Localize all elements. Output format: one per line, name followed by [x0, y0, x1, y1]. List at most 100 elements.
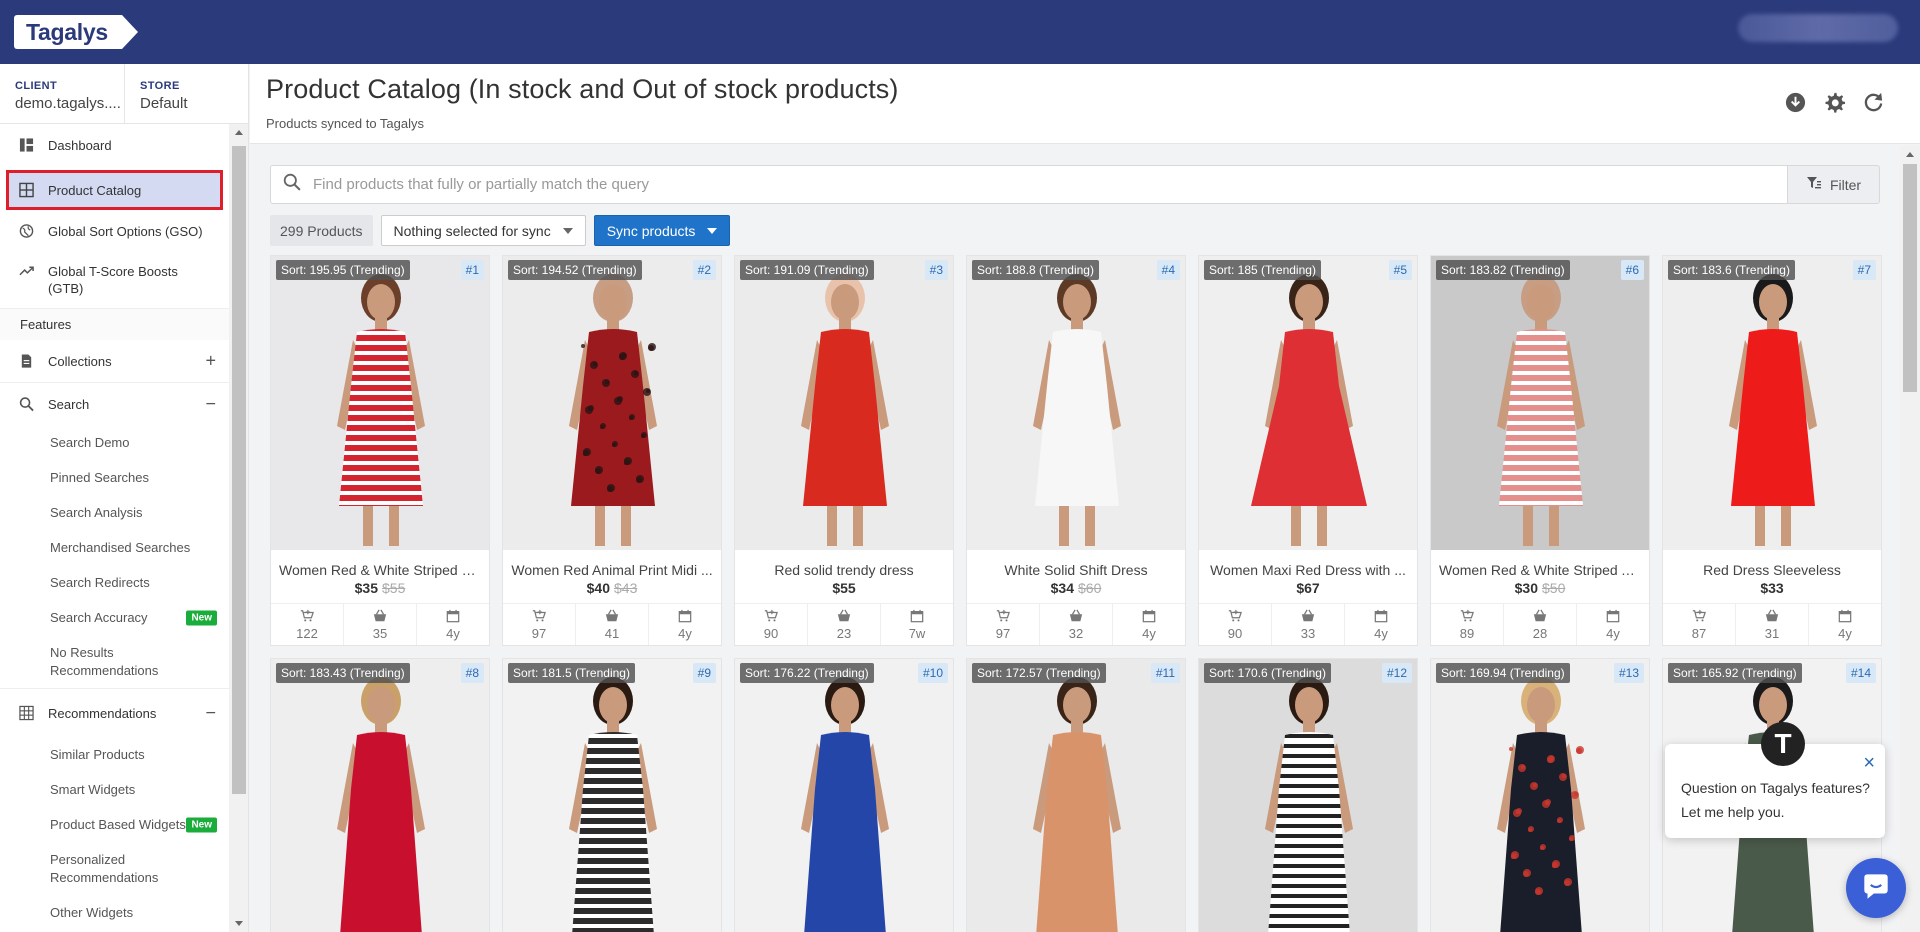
stat-age: 4y — [417, 604, 489, 645]
sidebar-item-dashboard[interactable]: Dashboard — [0, 124, 229, 166]
product-name[interactable]: White Solid Shift Dress — [967, 550, 1185, 578]
product-image[interactable]: Sort: 183.6 (Trending) #7 — [1663, 256, 1881, 550]
product-image[interactable]: Sort: 191.09 (Trending) #3 — [735, 256, 953, 550]
sidebar-subitem-search-demo[interactable]: Search Demo — [0, 425, 229, 460]
product-image[interactable]: Sort: 183.82 (Trending) #6 — [1431, 256, 1649, 550]
product-card[interactable]: Sort: 194.52 (Trending) #2 Women Red Anima… — [502, 255, 722, 646]
stat-buys: 41 — [576, 604, 649, 645]
sidebar-scrollbar[interactable] — [229, 124, 248, 932]
sidebar-subitem-personalized-recommendations[interactable]: Personalized Recommendations — [0, 842, 229, 895]
product-card[interactable]: Sort: 185 (Trending) #5 Women Maxi Red Dre… — [1198, 255, 1418, 646]
stat-buys-value: 31 — [1764, 625, 1780, 641]
product-name[interactable]: Red solid trendy dress — [735, 550, 953, 578]
product-name[interactable]: Women Red Animal Print Midi ... — [503, 550, 721, 578]
client-block[interactable]: CLIENT demo.tagalys.... — [15, 80, 121, 112]
collapse-minus-icon[interactable]: − — [205, 703, 216, 724]
calendar-icon — [1142, 609, 1156, 622]
original-price: $55 — [382, 580, 406, 596]
product-card[interactable]: Sort: 183.82 (Trending) #6 Women Red & Whi… — [1430, 255, 1650, 646]
sidebar-item-product-catalog[interactable]: Product Catalog — [6, 170, 223, 210]
sidebar-item-collections[interactable]: Collections + — [0, 340, 229, 382]
product-image[interactable]: Sort: 185 (Trending) #5 — [1199, 256, 1417, 550]
search-input[interactable] — [313, 176, 1787, 193]
product-image[interactable]: Sort: 194.52 (Trending) #2 — [503, 256, 721, 550]
product-image[interactable]: Sort: 183.43 (Trending) #8 — [271, 659, 489, 932]
sort-score-badge: Sort: 170.6 (Trending) — [1204, 663, 1331, 683]
search-box[interactable] — [270, 165, 1788, 204]
sidebar-subitem-other-widgets[interactable]: Other Widgets — [0, 895, 229, 930]
product-name[interactable]: Women Maxi Red Dress with ... — [1199, 550, 1417, 578]
tagalys-logo[interactable]: Tagalys — [14, 15, 138, 49]
sidebar-subitem-search-accuracy[interactable]: Search Accuracy New — [0, 600, 229, 635]
close-icon[interactable]: × — [1863, 752, 1875, 775]
sidebar-subitem-product-based-widgets[interactable]: Product Based Widgets New — [0, 807, 229, 842]
product-image[interactable]: Sort: 188.8 (Trending) #4 — [967, 256, 1185, 550]
scroll-up-icon[interactable] — [1906, 152, 1914, 157]
sidebar-subitem-similar-products[interactable]: Similar Products — [0, 737, 229, 772]
rank-badge: #10 — [917, 663, 948, 683]
gear-icon[interactable] — [1823, 91, 1846, 114]
sidebar-subitem-no-results-recommendations[interactable]: No Results Recommendations — [0, 635, 229, 688]
stat-age-value: 4y — [1606, 625, 1620, 641]
product-card[interactable]: Sort: 191.09 (Trending) #3 Red solid trend… — [734, 255, 954, 646]
product-grid: Sort: 195.95 (Trending) #1 Women Red & Whi… — [270, 255, 1882, 932]
main-scrollbar[interactable] — [1900, 146, 1920, 932]
sidebar-subitem-pinned-searches[interactable]: Pinned Searches — [0, 460, 229, 495]
sort-score-badge: Sort: 188.8 (Trending) — [972, 260, 1099, 280]
product-card[interactable]: Sort: 188.8 (Trending) #4 White Solid Shif… — [966, 255, 1186, 646]
scroll-down-icon[interactable] — [235, 921, 243, 926]
client-value: demo.tagalys.... — [15, 95, 121, 112]
scroll-up-icon[interactable] — [235, 130, 243, 135]
product-image[interactable]: Sort: 170.6 (Trending) #12 — [1199, 659, 1417, 932]
store-block[interactable]: STORE Default — [140, 80, 188, 112]
sidebar-subitem-search-redirects[interactable]: Search Redirects — [0, 565, 229, 600]
product-name[interactable]: Women Red & White Striped A... — [1431, 550, 1649, 578]
sidebar-subitem-label: No Results Recommendations — [50, 644, 159, 678]
sidebar-item-label: Search — [48, 396, 90, 412]
sidebar-subitem-merchandised-searches[interactable]: Merchandised Searches — [0, 530, 229, 565]
client-label: CLIENT — [15, 80, 58, 92]
scrollbar-thumb[interactable] — [1903, 164, 1917, 392]
stat-carts: 97 — [503, 604, 576, 645]
collapse-minus-icon[interactable]: − — [205, 394, 216, 415]
chat-launcher-button[interactable] — [1846, 858, 1906, 918]
sidebar-item-search[interactable]: Search − — [0, 383, 229, 425]
sidebar-item-recommendations[interactable]: Recommendations − — [0, 689, 229, 737]
rank-badge: #4 — [1156, 260, 1180, 280]
product-image[interactable]: Sort: 172.57 (Trending) #11 — [967, 659, 1185, 932]
add-to-cart-icon — [300, 609, 314, 621]
product-card[interactable]: Sort: 176.22 (Trending) #10 — [734, 658, 954, 932]
product-card[interactable]: Sort: 172.57 (Trending) #11 — [966, 658, 1186, 932]
sidebar-item-gso[interactable]: Global Sort Options (GSO) — [0, 210, 229, 252]
scrollbar-thumb[interactable] — [232, 146, 246, 794]
product-card[interactable]: Sort: 170.6 (Trending) #12 — [1198, 658, 1418, 932]
product-name[interactable]: Red Dress Sleeveless — [1663, 550, 1881, 578]
sidebar-subitem-search-analysis[interactable]: Search Analysis — [0, 495, 229, 530]
download-icon[interactable] — [1784, 91, 1807, 114]
sidebar-subitem-smart-widgets[interactable]: Smart Widgets — [0, 772, 229, 807]
product-card[interactable]: Sort: 169.94 (Trending) #13 — [1430, 658, 1650, 932]
product-card[interactable]: Sort: 183.43 (Trending) #8 — [270, 658, 490, 932]
chat-popup[interactable]: T × Question on Tagalys features? Let me… — [1665, 722, 1885, 838]
sync-products-button[interactable]: Sync products — [593, 215, 731, 246]
expand-plus-icon[interactable]: + — [205, 351, 216, 372]
user-menu[interactable] — [1738, 14, 1898, 42]
product-image[interactable]: Sort: 176.22 (Trending) #10 — [735, 659, 953, 932]
stat-buys: 33 — [1272, 604, 1345, 645]
filter-button[interactable]: Filter — [1788, 165, 1880, 204]
new-badge: New — [186, 817, 217, 832]
product-image[interactable]: Sort: 195.95 (Trending) #1 — [271, 256, 489, 550]
product-image[interactable]: Sort: 181.5 (Trending) #9 — [503, 659, 721, 932]
product-image[interactable]: Sort: 169.94 (Trending) #13 — [1431, 659, 1649, 932]
product-card[interactable]: Sort: 183.6 (Trending) #7 Red Dress Sleeve… — [1662, 255, 1882, 646]
product-name[interactable]: Women Red & White Striped S... — [271, 550, 489, 578]
product-card[interactable]: Sort: 181.5 (Trending) #9 — [502, 658, 722, 932]
sync-selection-dropdown[interactable]: Nothing selected for sync — [380, 215, 586, 246]
refresh-icon[interactable] — [1862, 91, 1885, 114]
sidebar-item-gtb[interactable]: Global T-Score Boosts (GTB) — [0, 252, 229, 308]
stat-carts: 90 — [735, 604, 808, 645]
client-store-divider — [124, 64, 125, 124]
client-store-selector[interactable]: CLIENT demo.tagalys.... STORE Default — [0, 64, 248, 124]
product-card[interactable]: Sort: 195.95 (Trending) #1 Women Red & Whi… — [270, 255, 490, 646]
stat-carts-value: 122 — [296, 625, 318, 641]
